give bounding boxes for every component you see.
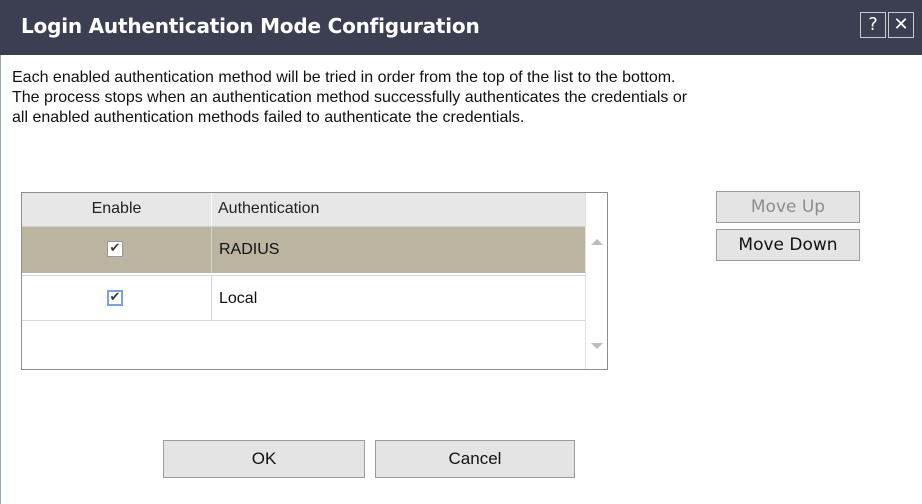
help-icon[interactable]: ? — [860, 12, 886, 38]
dialog-left-border — [0, 55, 1, 504]
ok-button[interactable]: OK — [163, 440, 365, 478]
scroll-up-arrow-icon[interactable] — [591, 239, 603, 245]
dialog-title-bar: Login Authentication Mode Configuration … — [0, 0, 922, 55]
authentication-cell: RADIUS — [219, 241, 280, 258]
dialog-title: Login Authentication Mode Configuration — [21, 14, 480, 38]
table-row-radius[interactable]: ✔ RADIUS — [22, 227, 585, 273]
grid-scrollbar[interactable] — [585, 193, 607, 369]
grid-header: Enable Authentication — [22, 193, 585, 227]
description-line: Each enabled authentication method will … — [12, 69, 676, 86]
move-down-button[interactable]: Move Down — [716, 229, 860, 261]
column-header-enable[interactable]: Enable — [22, 193, 212, 226]
close-icon[interactable]: ✕ — [888, 12, 914, 38]
enable-checkbox-local[interactable]: ✔ — [107, 290, 123, 306]
scroll-down-arrow-icon[interactable] — [591, 343, 603, 349]
description-text: Each enabled authentication method will … — [12, 68, 922, 128]
enable-checkbox-radius[interactable]: ✔ — [107, 241, 123, 257]
column-header-authentication[interactable]: Authentication — [218, 193, 319, 226]
cancel-button[interactable]: Cancel — [375, 440, 575, 478]
enable-cell: ✔ — [22, 276, 212, 320]
table-row-local[interactable]: ✔ Local — [22, 275, 585, 321]
authentication-grid: Enable Authentication ✔ RADIUS ✔ Local — [21, 192, 608, 370]
authentication-cell: Local — [219, 290, 258, 307]
enable-cell: ✔ — [22, 227, 212, 273]
description-line: The process stops when an authentication… — [12, 89, 688, 106]
description-line: all enabled authentication methods faile… — [12, 109, 525, 126]
move-up-button[interactable]: Move Up — [716, 191, 860, 223]
